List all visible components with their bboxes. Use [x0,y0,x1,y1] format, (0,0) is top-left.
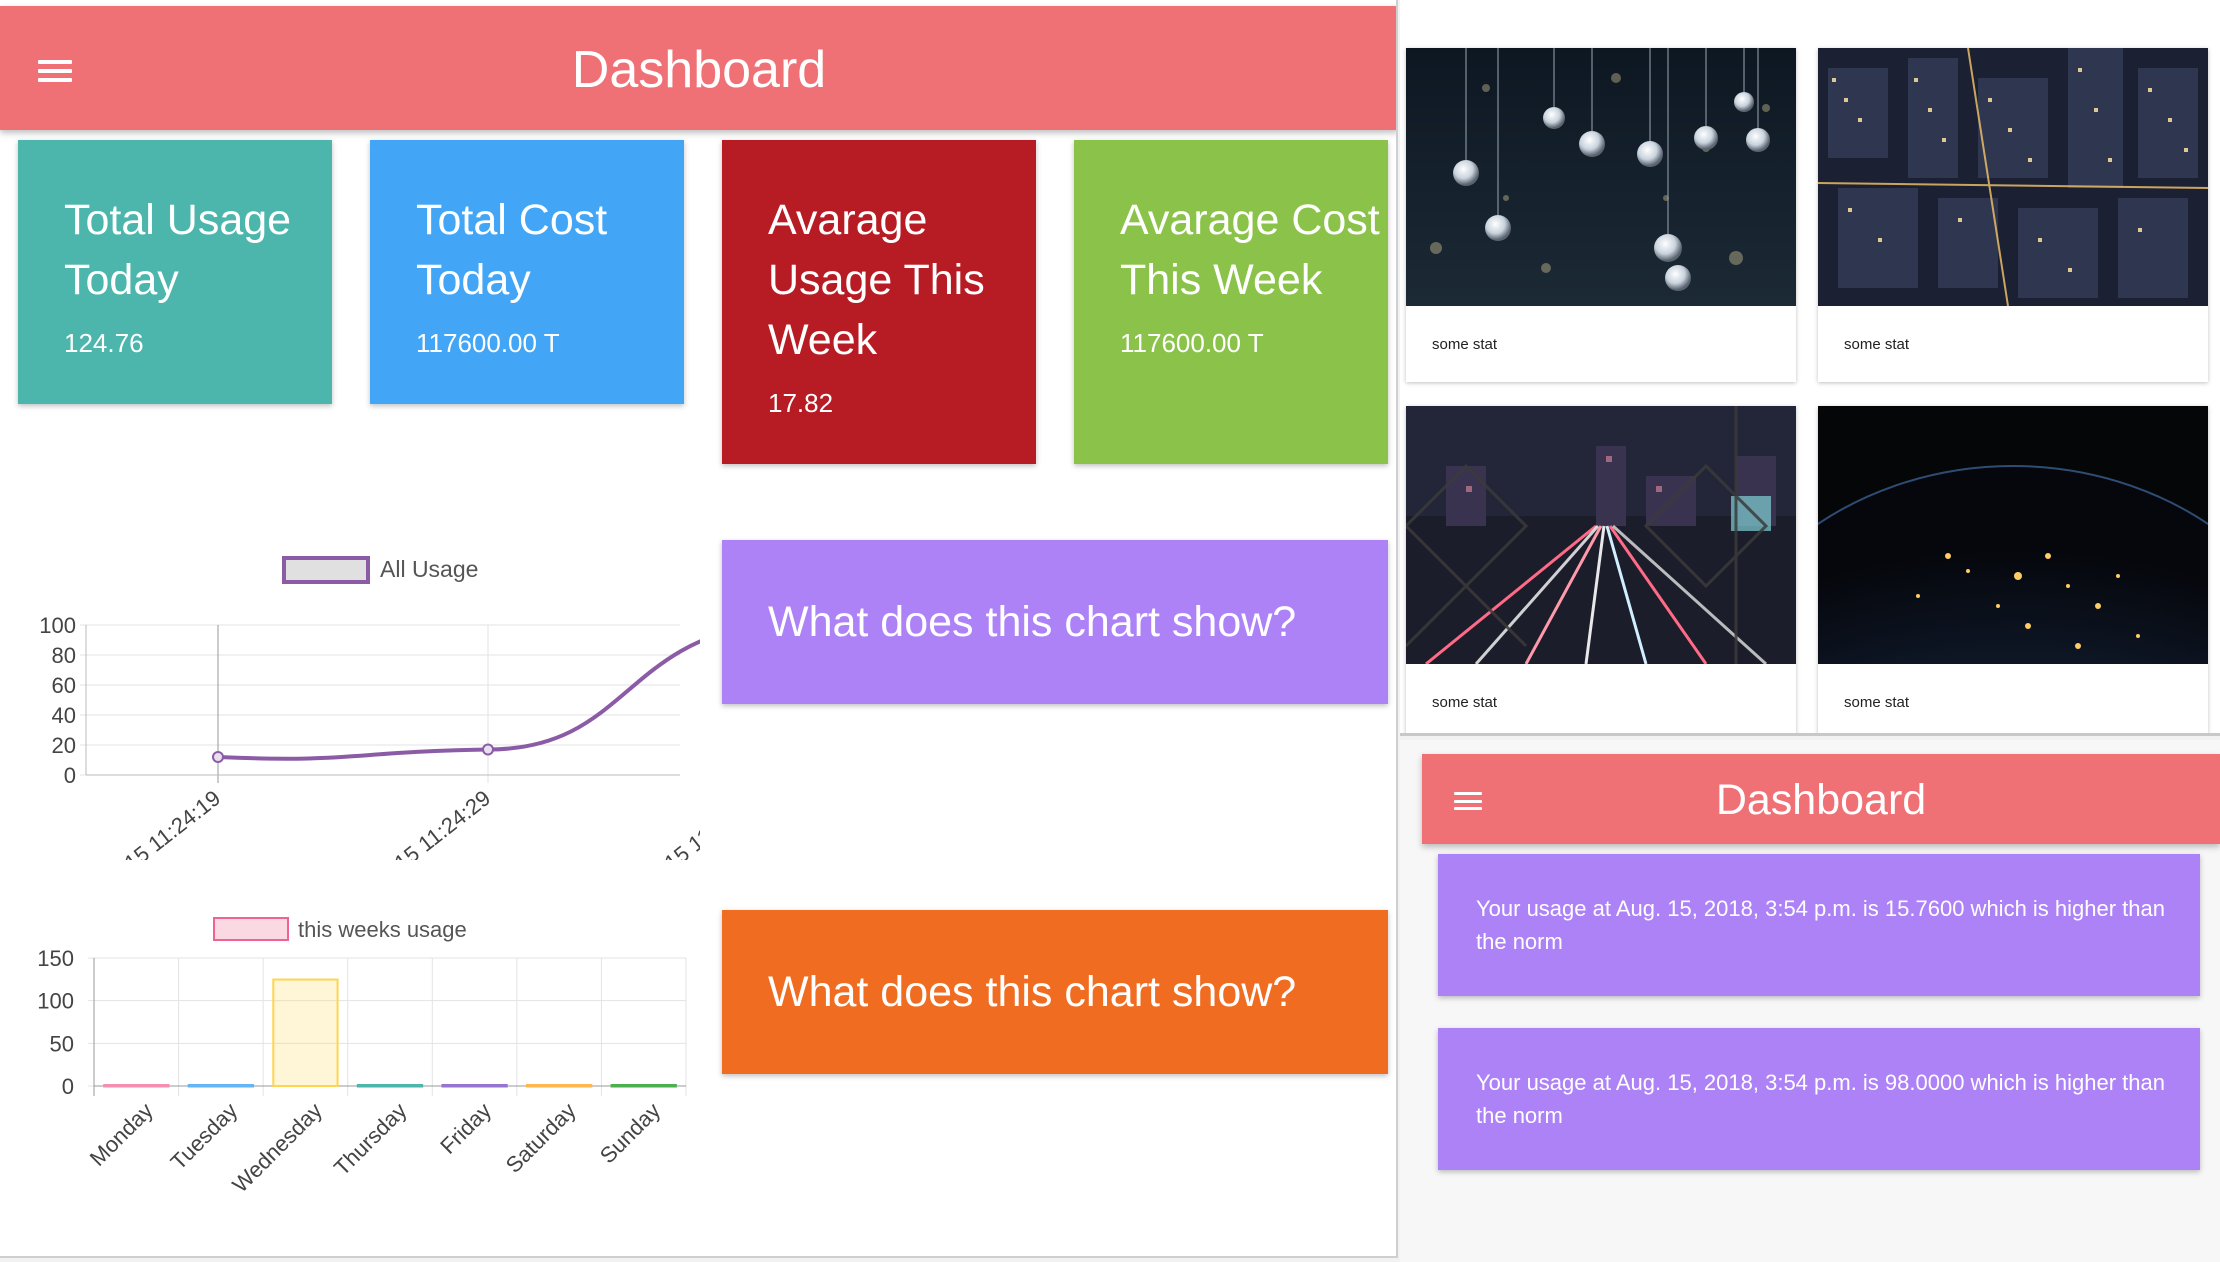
stat-card-average-cost-week[interactable]: Avarage Cost This Week 117600.00 T [1074,140,1388,464]
notifications-window: Dashboard Your usage at Aug. 15, 2018, 3… [1400,740,2220,1262]
x-tick-label: 2018-08-15 11:24:36 [590,785,700,860]
weekly-bar-chart: this weeks usage 150 100 50 0 Monday TuesdayWe… [37,917,687,1198]
x-tick-label: Monday [85,1098,158,1171]
hanging-lights-image [1406,48,1796,306]
x-tick-label: Wednesday [227,1098,327,1198]
y-tick-label: 0 [64,763,76,788]
data-point [212,751,224,763]
city-aerial-image [1818,48,2208,306]
stat-card-image[interactable]: some stat [1818,406,2208,733]
legend-swatch [213,917,289,941]
bar [526,1084,593,1088]
stat-card-total-cost-today[interactable]: Total Cost Today 117600.00 T [370,140,684,404]
stat-label: Avarage Usage This Week [768,196,985,364]
stat-value: 17.82 [768,388,834,418]
dashboard-window: Dashboard Total Usage Today 124.76 Total… [0,0,1398,1258]
stat-card-average-usage-week[interactable]: Avarage Usage This Week 17.82 [722,140,1036,464]
chart-question-weekly[interactable]: What does this chart show? [722,910,1388,1074]
legend-label: this weeks usage [298,917,467,942]
gallery-window: some stat some stat some stat some stat [1400,0,2220,736]
y-tick-label: 150 [37,946,74,971]
x-tick-label: Saturday [501,1098,581,1178]
y-tick-label: 60 [52,673,76,698]
bar [103,1084,170,1088]
x-tick-label: Friday [435,1098,496,1159]
usage-alert[interactable]: Your usage at Aug. 15, 2018, 3:54 p.m. i… [1438,854,2200,996]
stat-card-image[interactable]: some stat [1406,406,1796,733]
y-tick-label: 0 [62,1074,74,1099]
usage-line-chart: All Usage 100 80 60 40 20 02018-08-15 11:24:19… [39,556,700,860]
series-line [217,639,700,761]
highway-light-trails-image [1406,406,1796,664]
page-title: Dashboard [1715,776,1927,824]
x-tick-label: 2018-08-15 11:24:29 [320,785,495,860]
y-tick-label: 100 [39,613,76,638]
bar [441,1084,508,1088]
usage-alert[interactable]: Your usage at Aug. 15, 2018, 3:54 p.m. i… [1438,1028,2200,1170]
stat-label: Total Usage Today [64,196,292,304]
page-title: Dashboard [571,41,827,99]
stat-label: Total Cost Today [416,196,608,304]
x-tick-label: Thursday [329,1098,412,1181]
x-tick-label: 2018-08-15 11:24:19 [50,785,225,860]
y-tick-label: 20 [52,733,76,758]
app-bar: Dashboard [0,6,1396,130]
data-point [482,743,494,756]
stat-value: 117600.00 T [1120,328,1264,358]
chart-question-usage[interactable]: What does this chart show? [722,540,1388,704]
card-caption: some stat [1844,694,1910,711]
legend-label: All Usage [380,556,478,582]
x-tick-label: Tuesday [166,1098,243,1175]
stat-card-image[interactable]: some stat [1818,48,2208,382]
legend-swatch [282,556,370,584]
bar [272,978,339,1087]
app-bar: Dashboard [1422,754,2220,844]
stat-card-image[interactable]: some stat [1406,48,1796,382]
y-tick-label: 80 [52,643,76,668]
y-tick-label: 40 [52,703,76,728]
stat-value: 117600.00 T [416,328,560,358]
y-tick-label: 50 [50,1031,74,1056]
card-caption: some stat [1844,336,1910,353]
card-caption: some stat [1432,336,1498,353]
earth-night-image [1818,406,2208,664]
card-caption: some stat [1432,694,1498,711]
x-tick-label: Sunday [595,1098,665,1168]
stat-label: Avarage Cost This Week [1120,196,1380,304]
stat-value: 124.76 [64,328,144,358]
stat-card-total-usage-today[interactable]: Total Usage Today 124.76 [18,140,332,404]
bar [356,1084,424,1088]
bar [187,1084,254,1088]
y-tick-label: 100 [37,989,74,1014]
bar [610,1084,677,1088]
